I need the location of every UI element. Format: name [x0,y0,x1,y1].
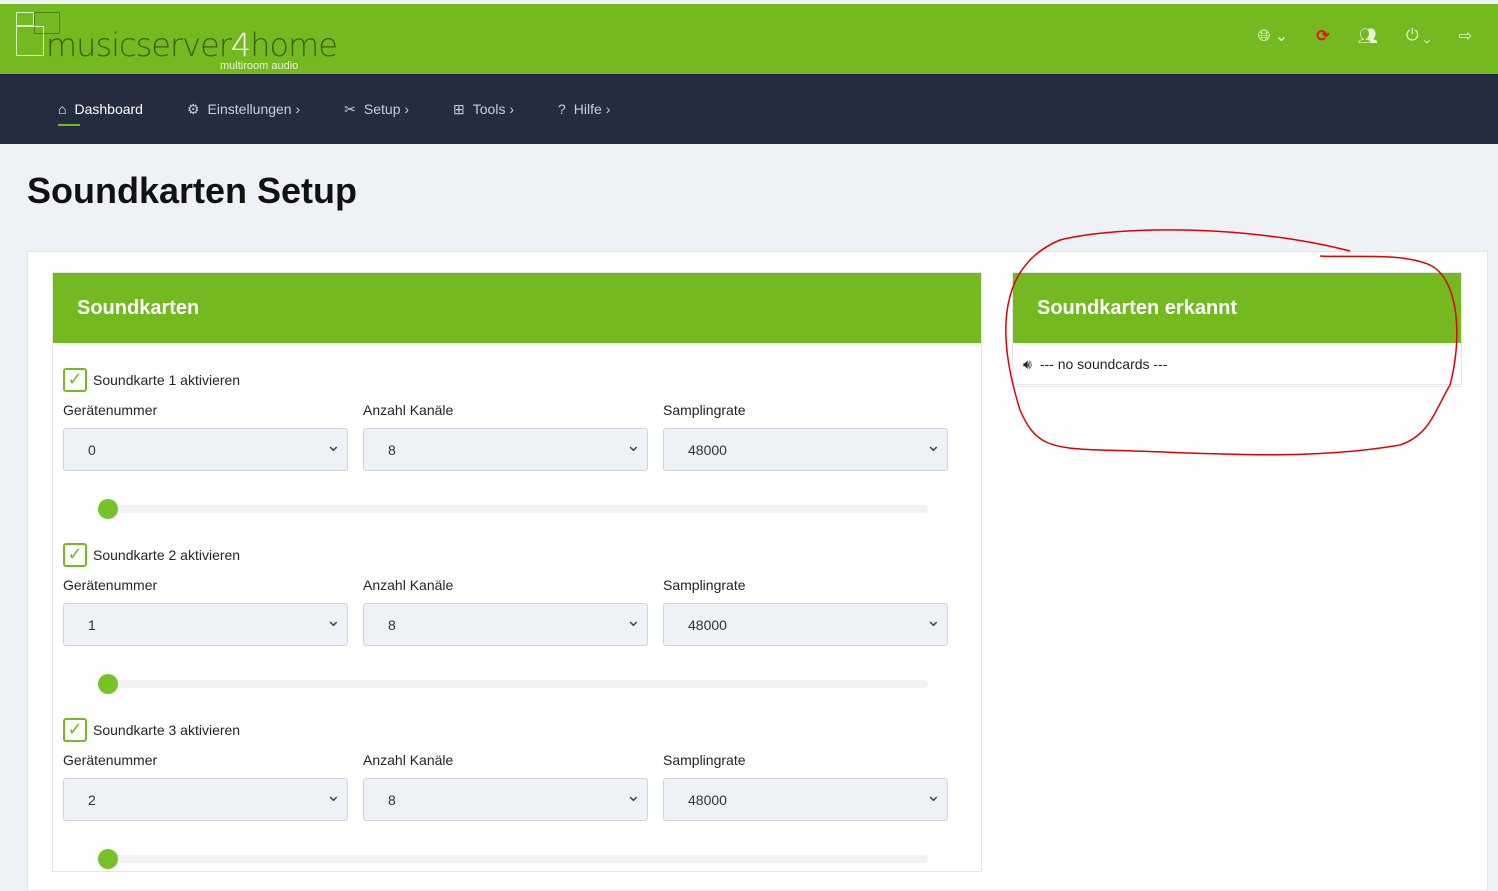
channels-select[interactable]: 8 [363,603,648,646]
soundcard-config: ✓ Soundkarte 2 aktivieren Gerätenummer Anz… [63,543,963,694]
nav-einstellungen[interactable]: ⚙ Einstellungen › [187,74,300,144]
checkbox-checked-icon[interactable]: ✓ [63,368,87,392]
nav-tools[interactable]: ⊞ Tools › [453,74,514,144]
page-title: Soundkarten Setup [27,170,358,211]
plus-square-icon: ⊞ [453,100,465,117]
detected-panel: Soundkarten erkannt 🔊︎ --- no soundcards … [1012,272,1462,387]
device-label: Gerätenummer [63,577,158,593]
rate-label: Samplingrate [663,577,746,593]
rate-select[interactable]: 48000 [663,778,948,821]
rate-label: Samplingrate [663,402,746,418]
language-globe-icon[interactable]: 🌐︎ ⌄ [1258,26,1289,46]
channels-select[interactable]: 8 [363,778,648,821]
rate-label: Samplingrate [663,752,746,768]
logout-icon[interactable]: ⇨ [1459,26,1472,46]
panel-title: Soundkarten [53,273,981,343]
gear-icon: ⚙ [186,100,200,117]
panel-title: Soundkarten erkannt [1013,273,1461,343]
rate-select[interactable]: 48000 [663,428,948,471]
nav-setup[interactable]: ✂ Setup › [344,74,409,144]
checkbox-checked-icon[interactable]: ✓ [63,718,87,742]
checkbox-checked-icon[interactable]: ✓ [63,543,87,567]
enable-checkbox[interactable]: ✓ Soundkarte 1 aktivieren [63,368,963,392]
device-select[interactable]: 0 [63,428,348,471]
power-icon[interactable]: ⏻ ⌄ [1406,27,1431,45]
channels-label: Anzahl Kanäle [363,752,454,768]
device-select[interactable]: 1 [63,603,348,646]
nav-dashboard[interactable]: ⌂ Dashboard [58,74,143,144]
channels-label: Anzahl Kanäle [363,577,454,593]
question-icon: ? [558,101,566,117]
speaker-icon: 🔊︎ [1023,356,1032,372]
volume-slider[interactable] [98,849,928,869]
tools-icon: ✂ [344,100,356,117]
slider-handle[interactable] [98,849,118,869]
soundcard-config: ✓ Soundkarte 3 aktivieren Gerätenummer Anz… [63,718,963,869]
slider-handle[interactable] [98,674,118,694]
slider-handle[interactable] [98,499,118,519]
volume-slider[interactable] [98,674,928,694]
enable-checkbox[interactable]: ✓ Soundkarte 3 aktivieren [63,718,963,742]
logo[interactable]: musicserver4home multiroom audio [16,12,338,74]
enable-checkbox[interactable]: ✓ Soundkarte 2 aktivieren [63,543,963,567]
soundcard-item: --- no soundcards --- [1039,356,1168,372]
channels-label: Anzahl Kanäle [363,402,454,418]
top-bar: musicserver4home multiroom audio 🌐︎ ⌄ ⟳ … [0,4,1498,74]
volume-slider[interactable] [98,499,928,519]
home-icon: ⌂ [58,101,67,117]
nav-hilfe[interactable]: ? Hilfe › [558,74,610,144]
channels-select[interactable]: 8 [363,428,648,471]
device-select[interactable]: 2 [63,778,348,821]
refresh-icon[interactable]: ⟳ [1316,26,1329,46]
device-label: Gerätenummer [63,752,158,768]
device-label: Gerätenummer [63,402,158,418]
soundcard-config: ✓ Soundkarte 1 aktivieren Gerätenummer Anz… [63,368,963,519]
users-gear-icon[interactable]: 👥︎ [1358,26,1378,46]
soundcards-panel: Soundkarten ✓ Soundkarte 1 aktivieren Ger… [52,272,982,872]
main-nav: ⌂ Dashboard ⚙ Einstellungen › ✂ Setup › ⊞ To… [0,74,1498,144]
rate-select[interactable]: 48000 [663,603,948,646]
